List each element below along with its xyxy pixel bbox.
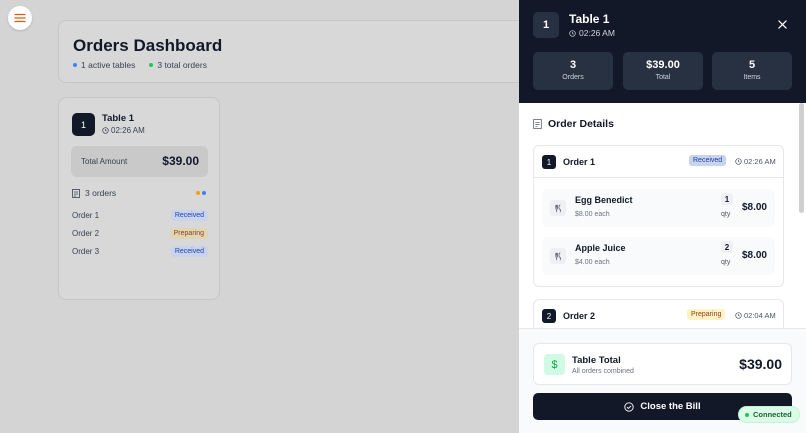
- table-total-value: $39.00: [739, 356, 782, 372]
- list-item: Egg Benedict $8.00 each 1 qty $8.00: [542, 189, 775, 227]
- active-tables-stat: 1 active tables: [73, 60, 135, 70]
- total-orders-stat: 3 total orders: [149, 60, 207, 70]
- order-card: 1 Order 1 Received 02:26 AM Egg Benedict…: [533, 145, 784, 287]
- dashboard-stats: 1 active tables 3 total orders: [73, 60, 207, 70]
- table-total-box: Total Amount $39.00: [71, 146, 208, 177]
- table-number-badge: 1: [72, 113, 95, 136]
- menu-button[interactable]: [8, 6, 32, 30]
- stat-total: $39.00 Total: [623, 52, 703, 90]
- item-quantity: 2: [721, 241, 733, 253]
- order-name: Order 1: [563, 157, 596, 167]
- status-badge: Received: [170, 246, 208, 257]
- status-dots: [196, 191, 206, 195]
- status-badge: Received: [170, 210, 208, 221]
- panel-header: 1 Table 1 02:26 AM 3 Orders $39.00 Total…: [519, 0, 806, 103]
- page-title: Orders Dashboard: [73, 36, 223, 55]
- status-badge: Received: [689, 155, 727, 166]
- status-dot-icon: [196, 191, 200, 195]
- status-badge: Preparing: [687, 309, 726, 320]
- orders-count: 3 orders: [72, 188, 116, 198]
- clock-icon: [735, 158, 742, 165]
- check-circle-icon: [624, 401, 635, 412]
- order-row: Order 3 Received: [72, 246, 208, 257]
- order-time: 02:26 AM: [735, 157, 776, 166]
- clock-icon: [569, 29, 576, 37]
- order-number: 2: [542, 309, 556, 323]
- active-dot-icon: [73, 63, 77, 67]
- status-badge: Preparing: [169, 228, 208, 239]
- table-card[interactable]: 1 Table 1 02:26 AM Total Amount $39.00 3…: [58, 97, 220, 300]
- connection-status-badge: Connected: [738, 406, 800, 423]
- list-item: Apple Juice $4.00 each 2 qty $8.00: [542, 237, 775, 275]
- utensils-icon: [550, 200, 566, 216]
- order-name: Order 2: [563, 311, 596, 321]
- item-quantity: 1: [721, 193, 733, 205]
- order-row: Order 1 Received: [72, 210, 208, 221]
- dollar-icon: $: [544, 354, 565, 375]
- connected-dot-icon: [745, 412, 749, 417]
- order-time: 02:04 AM: [735, 311, 776, 320]
- stat-orders: 3 Orders: [533, 52, 613, 90]
- table-name: Table 1: [102, 113, 135, 124]
- item-amount: $8.00: [741, 202, 767, 213]
- close-panel-button[interactable]: [775, 17, 789, 31]
- item-amount: $8.00: [741, 250, 767, 261]
- stat-items: 5 Items: [712, 52, 792, 90]
- scrollbar[interactable]: [799, 103, 804, 213]
- table-detail-panel: 1 Table 1 02:26 AM 3 Orders $39.00 Total…: [519, 0, 806, 433]
- order-details-heading: Order Details: [533, 118, 614, 130]
- order-card: 2 Order 2 Preparing 02:04 AM: [533, 299, 784, 329]
- table-time: 02:26 AM: [102, 126, 145, 135]
- status-dot-icon: [202, 191, 206, 195]
- panel-title: Table 1: [569, 12, 610, 26]
- receipt-icon: [72, 188, 80, 198]
- dashboard-header: Orders Dashboard 1 active tables 3 total…: [58, 20, 538, 83]
- orders-dot-icon: [149, 63, 154, 67]
- receipt-icon: [533, 119, 542, 129]
- table-total-card: $ Table Total All orders combined $39.00: [533, 343, 792, 385]
- close-icon: [777, 19, 787, 29]
- utensils-icon: [550, 248, 566, 264]
- order-row: Order 2 Preparing: [72, 228, 208, 239]
- hamburger-icon: [14, 13, 26, 23]
- panel-table-number: 1: [533, 12, 559, 38]
- clock-icon: [102, 127, 109, 134]
- clock-icon: [735, 312, 742, 319]
- order-header: 1 Order 1 Received 02:26 AM: [534, 146, 783, 178]
- order-number: 1: [542, 155, 556, 169]
- panel-time: 02:26 AM: [569, 28, 615, 38]
